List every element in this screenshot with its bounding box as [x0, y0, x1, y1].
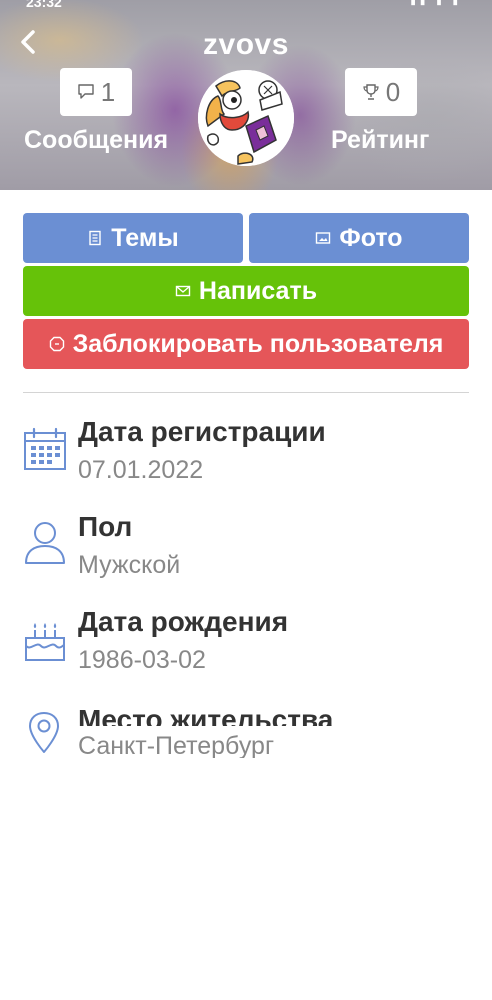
info-row-gender: Пол Мужской	[0, 511, 492, 601]
envelope-icon	[175, 285, 191, 297]
info-label: Пол	[78, 511, 133, 542]
info-row-birth-date: Дата рождения 1986-03-02	[0, 606, 492, 696]
person-icon	[25, 522, 65, 564]
status-icons: ▮▮ ▮ ▮	[410, 0, 462, 7]
avatar-image	[198, 70, 294, 166]
trophy-icon	[363, 84, 379, 100]
messages-count-box[interactable]: 1	[60, 68, 132, 116]
info-row-location: Место жительства Санкт-Петербург	[0, 702, 492, 758]
calendar-icon	[24, 427, 66, 470]
write-message-button[interactable]: Написать	[23, 266, 469, 316]
block-user-button[interactable]: Заблокировать пользователя	[23, 319, 469, 369]
photos-button[interactable]: Фото	[249, 213, 469, 263]
username: zvovs	[203, 28, 289, 61]
rating-count: 0	[385, 76, 401, 107]
info-label: Дата рождения	[78, 606, 289, 637]
cake-icon	[25, 623, 65, 661]
messages-count: 1	[100, 76, 116, 107]
stop-octagon-icon	[49, 336, 64, 352]
status-bar: 23:32 ▮▮ ▮ ▮	[0, 0, 492, 10]
block-user-button-label: Заблокировать пользователя	[72, 329, 444, 358]
divider	[23, 392, 469, 393]
profile-header: 23:32 ▮▮ ▮ ▮ zvovs 1 Сообщения 0 Рейтинг	[0, 0, 492, 190]
topics-button[interactable]: Темы	[23, 213, 243, 263]
info-value: 1986-03-02	[78, 646, 206, 674]
info-row-registration-date: Дата регистрации 07.01.2022	[0, 416, 492, 506]
battery-icon: ▮	[452, 0, 462, 7]
rating-count-box[interactable]: 0	[345, 68, 417, 116]
photos-button-label: Фото	[339, 223, 403, 252]
comment-icon	[78, 84, 94, 99]
document-icon	[89, 230, 101, 246]
topics-button-label: Темы	[111, 223, 179, 252]
avatar[interactable]	[198, 70, 294, 166]
location-pin-icon	[29, 712, 59, 753]
write-message-button-label: Написать	[198, 276, 318, 305]
messages-label: Сообщения	[24, 126, 169, 154]
rating-label: Рейтинг	[331, 126, 430, 154]
info-value: 07.01.2022	[78, 456, 204, 484]
wifi-icon: ▮	[436, 0, 446, 7]
info-value: Мужской	[78, 551, 181, 579]
info-value: Санкт-Петербург	[78, 732, 275, 758]
info-label: Место жительства	[78, 704, 334, 726]
image-icon	[316, 232, 331, 244]
info-label: Дата регистрации	[78, 416, 326, 447]
status-time: 23:32	[26, 0, 62, 10]
signal-icon: ▮▮	[410, 0, 430, 7]
